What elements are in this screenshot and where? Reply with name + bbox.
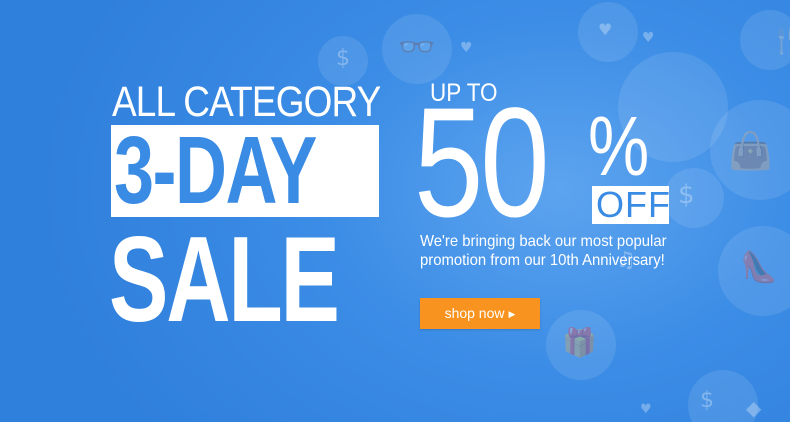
sunglasses-icon: 👓	[398, 30, 436, 65]
handbag-icon: 👜	[728, 131, 773, 172]
percent-sign: %	[588, 99, 650, 193]
promo-line-2: promotion from our 10th Anniversary!	[420, 252, 665, 269]
heart-icon: ♥	[460, 40, 473, 56]
promo-description: We're bringing back our most popular pro…	[420, 232, 690, 270]
dollar-icon: $	[678, 180, 695, 210]
headline-3-day: 3-DAY	[114, 117, 317, 224]
promo-line-1: We're bringing back our most popular	[420, 233, 667, 250]
gift-icon: 🎁	[562, 326, 597, 359]
heart-icon: ♥	[598, 20, 613, 39]
shop-now-label: shop now	[444, 305, 505, 321]
shoe-icon: 👠	[740, 250, 778, 285]
headline-sale: SALE	[109, 211, 340, 347]
play-arrow-icon: ▶	[508, 309, 516, 319]
dollar-icon: $	[336, 46, 350, 71]
off-label: OFF	[596, 184, 671, 225]
shop-now-button[interactable]: shop now ▶	[420, 298, 540, 329]
heart-icon: ♥	[640, 402, 652, 417]
cutlery-icon: 🍴	[770, 26, 790, 56]
dollar-icon: $	[700, 388, 714, 413]
discount-number: 50	[414, 76, 550, 250]
heart-icon: ♥	[642, 30, 655, 46]
tag-icon: ◆	[746, 396, 762, 420]
sale-banner[interactable]: 👓 $ $ $ ♥ ♥ ♥ ♥ 👜 🎁 👠 🍴 ◆ ♫ ALL CATEGORY…	[0, 0, 790, 422]
